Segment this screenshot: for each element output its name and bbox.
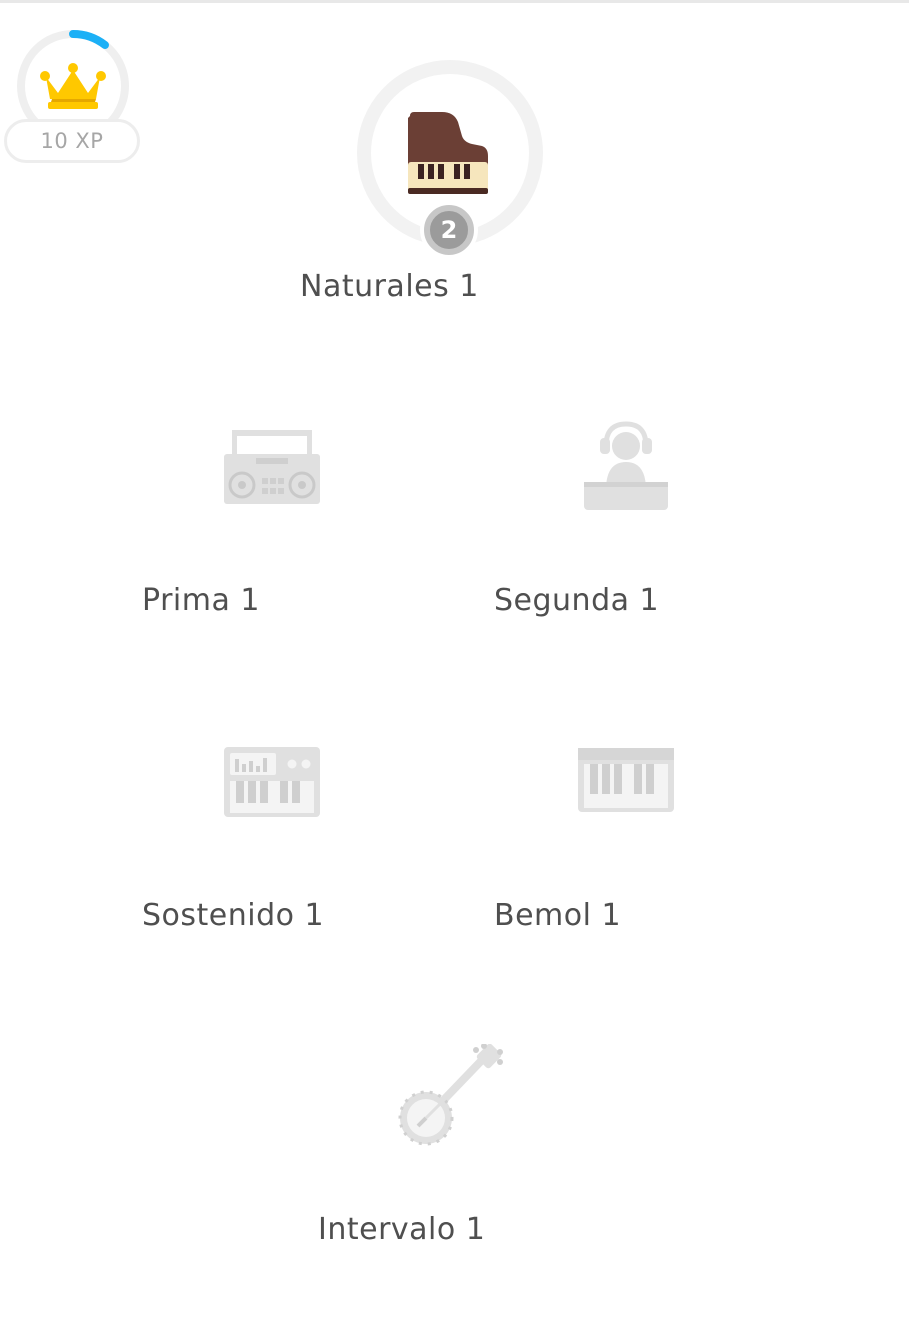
- xp-progress-widget[interactable]: 10 XP: [0, 20, 150, 180]
- skill-label-segunda: Segunda 1: [494, 583, 660, 618]
- skill-label-intervalo: Intervalo 1: [318, 1212, 486, 1247]
- skill-label-naturales: Naturales 1: [300, 269, 479, 304]
- skill-label-sostenido: Sostenido 1: [142, 898, 325, 933]
- keyboard-icon: [578, 748, 674, 812]
- crown-icon: [40, 63, 106, 109]
- grand-piano-icon: [408, 112, 488, 194]
- skill-label-prima: Prima 1: [142, 583, 260, 618]
- boombox-icon: [224, 430, 320, 504]
- skill-level-number: 2: [427, 208, 471, 252]
- synthesizer-icon: [224, 747, 320, 817]
- xp-counter: 10 XP: [4, 119, 140, 163]
- skill-level-badge: 2: [420, 201, 478, 259]
- dj-headphones-icon: [584, 421, 668, 510]
- skill-label-bemol: Bemol 1: [494, 898, 622, 933]
- banjo-icon: [398, 1044, 503, 1146]
- top-divider: [0, 0, 909, 3]
